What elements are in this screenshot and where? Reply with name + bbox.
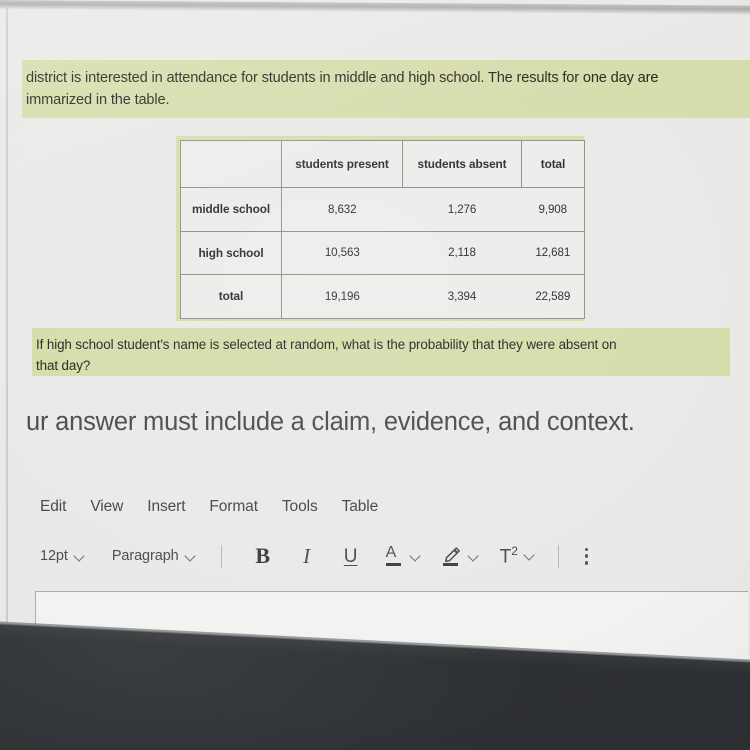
- row-header-high-school: high school: [180, 230, 282, 275]
- cell-middle-school-present: 8,632: [281, 187, 403, 232]
- font-size-dropdown[interactable]: 12pt: [40, 548, 86, 564]
- underline-button[interactable]: U: [336, 541, 366, 571]
- question-paragraph-line-2: that day?: [36, 358, 91, 373]
- column-header-total: total: [521, 140, 585, 188]
- kebab-dot: [584, 554, 589, 558]
- intro-paragraph-highlight: district is interested in attendance for…: [22, 60, 750, 118]
- chevron-down-icon: [411, 551, 422, 562]
- cell-total-present: 19,196: [281, 274, 403, 319]
- column-header-students-present: students present: [281, 140, 403, 188]
- attendance-table-container: students present students absent total m…: [176, 136, 585, 321]
- table-row: middle school 8,632 1,276 9,908: [180, 187, 585, 232]
- bold-icon: B: [255, 543, 270, 568]
- cell-high-school-present: 10,563: [281, 230, 403, 275]
- cell-high-school-absent: 2,118: [402, 230, 522, 275]
- highlight-color-swatch-bar: [442, 562, 458, 566]
- intro-paragraph-line-1: district is interested in attendance for…: [26, 70, 659, 86]
- row-header-total: total: [180, 274, 282, 319]
- superscript-icon: T2: [500, 545, 518, 566]
- table-corner-cell: [180, 140, 282, 188]
- intro-paragraph-line-2: immarized in the table.: [26, 92, 170, 108]
- column-header-students-absent: students absent: [402, 140, 522, 188]
- question-paragraph-highlight: If high school student's name is selecte…: [32, 328, 730, 376]
- editor-formatting-toolbar: 12pt Paragraph B I U A T2: [40, 541, 589, 571]
- cell-total-total: 22,589: [521, 274, 585, 319]
- italic-button[interactable]: I: [292, 541, 322, 571]
- toolbar-divider: [220, 544, 222, 568]
- superscript-exponent: 2: [511, 544, 518, 559]
- italic-icon: I: [303, 543, 311, 568]
- superscript-dropdown[interactable]: T2: [500, 545, 536, 566]
- block-format-dropdown[interactable]: Paragraph: [112, 548, 197, 564]
- menu-item-table[interactable]: Table: [342, 498, 379, 516]
- highlight-color-dropdown[interactable]: [442, 545, 480, 567]
- kebab-dot: [584, 547, 589, 551]
- attendance-table-header: students present students absent total: [180, 140, 585, 188]
- row-header-middle-school: middle school: [180, 187, 282, 232]
- superscript-base: T: [499, 546, 512, 568]
- instruction-line: ur answer must include a claim, evidence…: [26, 408, 635, 436]
- chevron-down-icon: [75, 551, 86, 562]
- menu-item-tools[interactable]: Tools: [282, 498, 318, 516]
- text-color-icon: A: [385, 544, 404, 567]
- screenshot-root: district is interested in attendance for…: [0, 0, 750, 750]
- menu-item-insert[interactable]: Insert: [147, 498, 185, 516]
- editor-menubar: Edit View Insert Format Tools Table: [40, 498, 378, 516]
- table-row: high school 10,563 2,118 12,681: [180, 230, 585, 275]
- text-color-letter: A: [385, 544, 397, 561]
- toolbar-divider: [557, 544, 559, 568]
- chevron-down-icon: [186, 551, 197, 562]
- question-paragraph-line-1: If high school student's name is selecte…: [36, 337, 617, 352]
- text-color-swatch-bar: [385, 562, 401, 566]
- attendance-table-body: middle school 8,632 1,276 9,908 high sch…: [180, 187, 585, 319]
- cell-middle-school-absent: 1,276: [402, 187, 522, 232]
- attendance-table: students present students absent total m…: [180, 140, 585, 319]
- cell-middle-school-total: 9,908: [521, 187, 585, 232]
- cell-high-school-total: 12,681: [521, 230, 585, 275]
- menu-item-format[interactable]: Format: [209, 498, 258, 516]
- chevron-down-icon: [469, 551, 480, 562]
- page-left-edge: [6, 6, 8, 646]
- more-options-button[interactable]: [584, 541, 589, 571]
- text-color-dropdown[interactable]: A: [385, 544, 422, 567]
- highlighter-pen-icon: [442, 545, 462, 567]
- block-format-value: Paragraph: [111, 548, 179, 564]
- underline-icon: U: [343, 545, 358, 567]
- kebab-dot: [584, 561, 589, 565]
- menu-item-view[interactable]: View: [90, 498, 123, 516]
- font-size-value: 12pt: [40, 548, 68, 564]
- bold-button[interactable]: B: [248, 541, 278, 571]
- chevron-down-icon: [525, 550, 536, 561]
- menu-item-edit[interactable]: Edit: [40, 498, 66, 516]
- table-header-row: students present students absent total: [180, 140, 585, 188]
- table-row: total 19,196 3,394 22,589: [180, 274, 585, 319]
- cell-total-absent: 3,394: [402, 274, 522, 319]
- kebab-menu-icon: [584, 547, 589, 565]
